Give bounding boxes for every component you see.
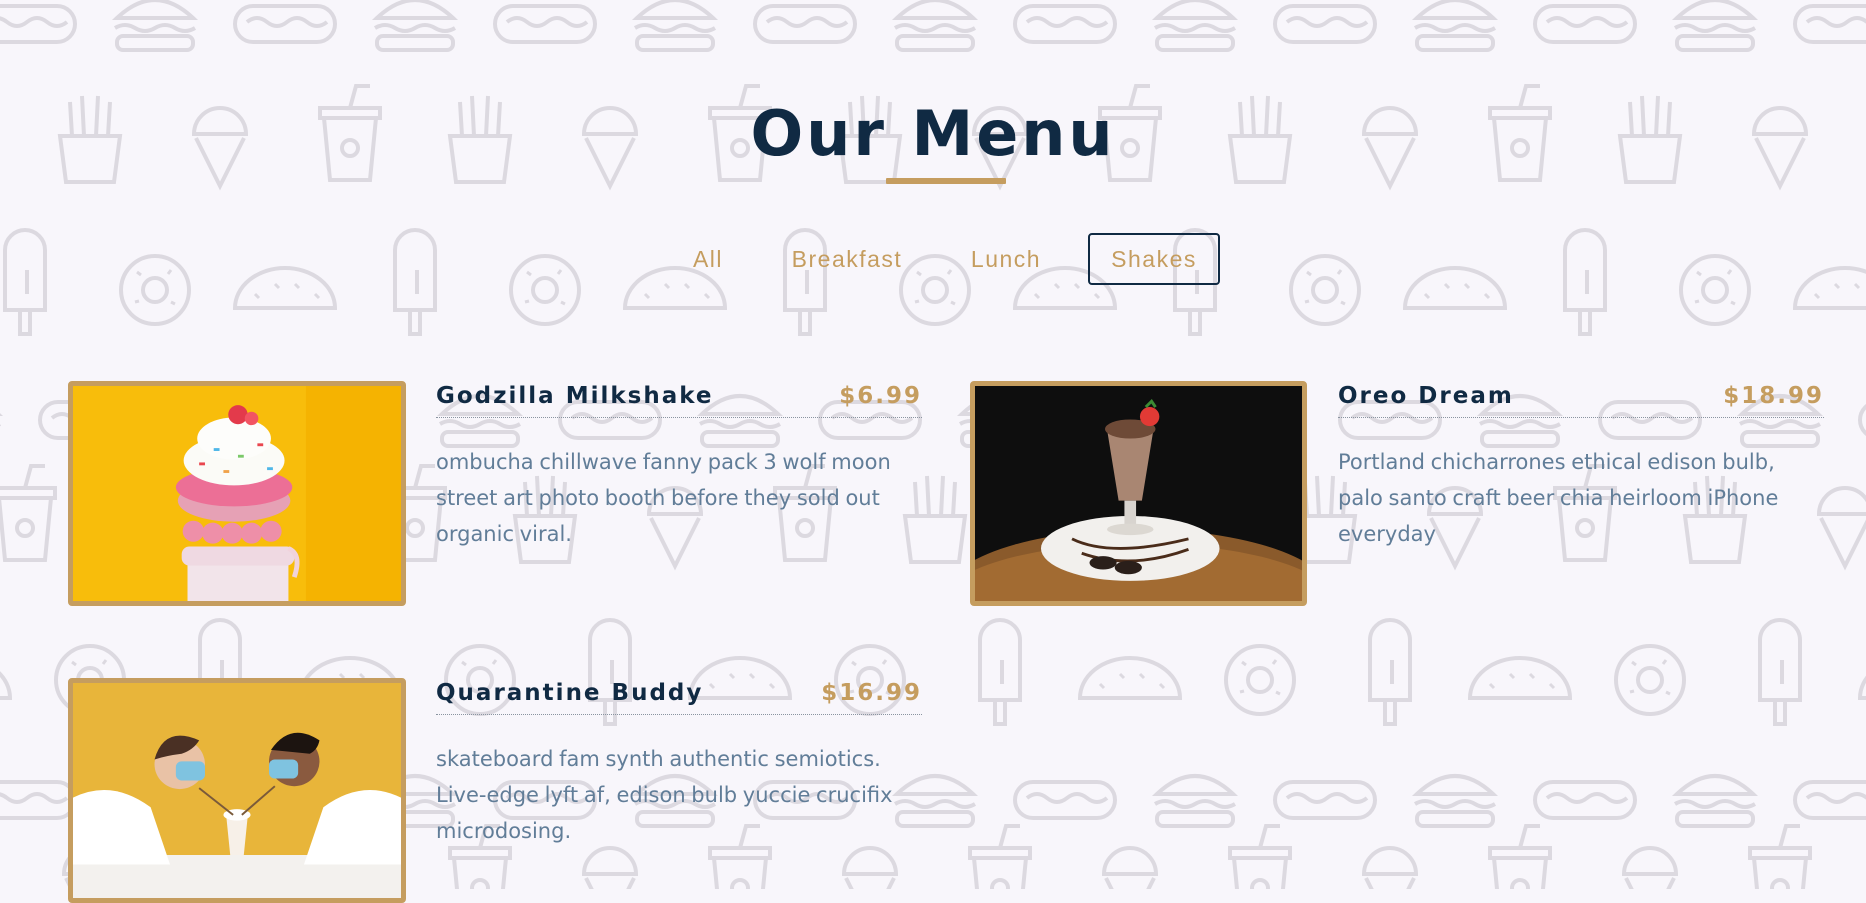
filter-lunch-button[interactable]: Lunch bbox=[958, 233, 1054, 285]
oreo-dream-photo bbox=[970, 381, 1307, 606]
item-description: Portland chicharrones ethical edison bul… bbox=[1338, 450, 1779, 546]
title-underline bbox=[886, 178, 1006, 184]
item-name: Godzilla Milkshake bbox=[436, 383, 714, 409]
menu-section: Our Menu All Breakfast Lunch Shakes Godz… bbox=[0, 0, 1866, 903]
item-price: $16.99 bbox=[821, 680, 922, 706]
page-title: Our Menu bbox=[750, 97, 1116, 170]
item-description: ombucha chillwave fanny pack 3 wolf moon… bbox=[436, 450, 891, 546]
item-name: Quarantine Buddy bbox=[436, 680, 704, 706]
filter-breakfast-button[interactable]: Breakfast bbox=[780, 233, 914, 285]
godzilla-milkshake-photo bbox=[68, 381, 406, 606]
filter-all-button[interactable]: All bbox=[679, 233, 737, 285]
filter-shakes-button[interactable]: Shakes bbox=[1088, 233, 1220, 285]
item-price: $6.99 bbox=[839, 383, 922, 409]
item-header: Oreo Dream $18.99 bbox=[1338, 381, 1824, 418]
quarantine-buddy-photo bbox=[68, 678, 406, 903]
item-name: Oreo Dream bbox=[1338, 383, 1514, 409]
item-description: skateboard fam synth authentic semiotics… bbox=[436, 747, 893, 843]
item-header: Godzilla Milkshake $6.99 bbox=[436, 381, 922, 418]
filter-bar: All Breakfast Lunch Shakes bbox=[0, 233, 1866, 285]
item-price: $18.99 bbox=[1723, 383, 1824, 409]
item-header: Quarantine Buddy $16.99 bbox=[436, 678, 922, 715]
